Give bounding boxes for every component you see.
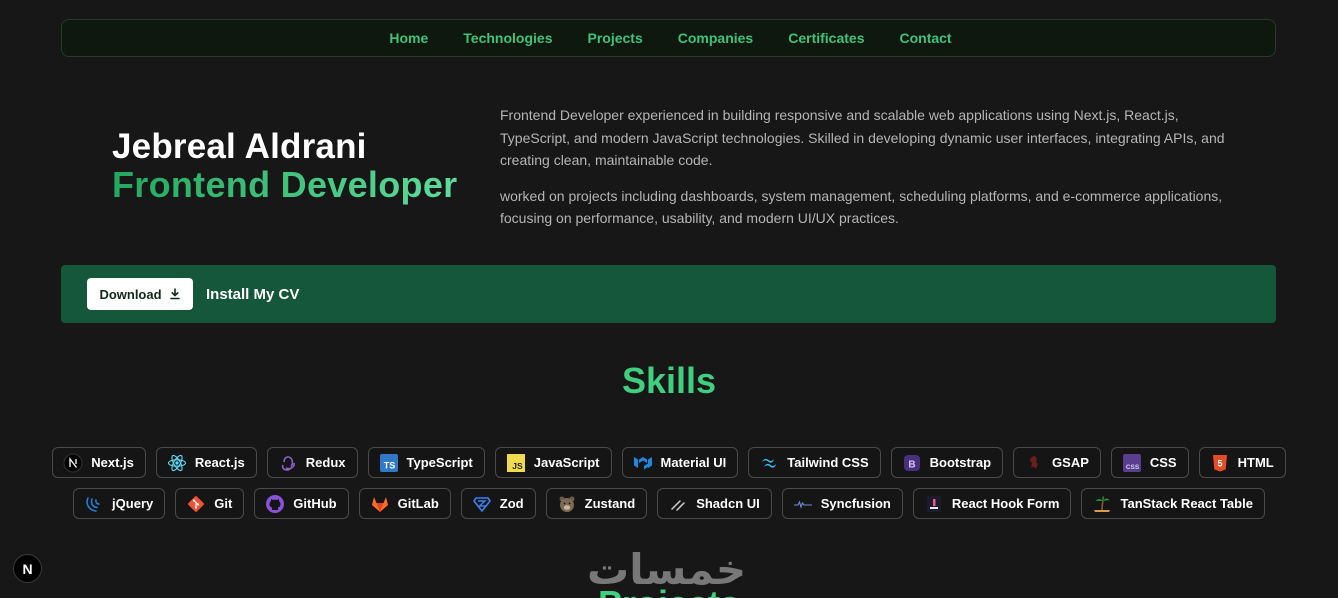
skill-chip-html: 5 HTML	[1198, 447, 1286, 478]
skill-label: Shadcn UI	[696, 496, 760, 511]
skill-chip-reactjs: React.js	[155, 447, 257, 478]
skill-label: Zustand	[584, 496, 636, 511]
skill-label: React.js	[194, 455, 245, 470]
syncfusion-icon	[793, 494, 813, 514]
top-navigation: Home Technologies Projects Companies Cer…	[61, 19, 1276, 57]
skill-chip-material-ui: Material UI	[621, 447, 739, 478]
bootstrap-icon: B	[902, 453, 922, 473]
skill-chip-syncfusion: Syncfusion	[781, 488, 903, 519]
about-paragraph-2: worked on projects including dashboards,…	[500, 187, 1223, 227]
projects-section-title: Projects	[0, 583, 1338, 598]
gitlab-icon	[370, 494, 390, 514]
skill-chip-tanstack-react-table: TanStack React Table	[1081, 488, 1265, 519]
skill-label: Next.js	[91, 455, 134, 470]
svg-text:B: B	[908, 459, 915, 470]
svg-text:CSS: CSS	[1126, 464, 1140, 471]
skill-chip-github: GitHub	[254, 488, 349, 519]
skill-chip-redux: Redux	[266, 447, 358, 478]
nextjs-dev-badge[interactable]: N	[13, 554, 42, 583]
skill-label: React Hook Form	[951, 496, 1060, 511]
skill-label: Redux	[305, 455, 346, 470]
skill-chip-bootstrap: B Bootstrap	[890, 447, 1004, 478]
gsap-icon	[1024, 453, 1044, 473]
skill-label: Zod	[499, 496, 524, 511]
nav-companies[interactable]: Companies	[678, 30, 753, 46]
react-icon	[167, 453, 187, 473]
svg-text:5: 5	[1217, 458, 1222, 468]
html5-icon: 5	[1210, 453, 1230, 473]
skill-label: GitHub	[293, 496, 337, 511]
install-cv-label: Install My CV	[206, 285, 300, 303]
skill-label: GitLab	[397, 496, 439, 511]
skills-title: Skills	[621, 360, 717, 401]
skill-label: Git	[214, 496, 233, 511]
skill-label: TanStack React Table	[1120, 496, 1253, 511]
zustand-bear-icon	[557, 494, 577, 514]
skill-chip-shadcn-ui: Shadcn UI	[657, 488, 772, 519]
skill-label: HTML	[1237, 455, 1274, 470]
nav-technologies[interactable]: Technologies	[463, 30, 552, 46]
nav-contact[interactable]: Contact	[899, 30, 951, 46]
cv-download-bar: Download Install My CV	[61, 265, 1276, 323]
skill-chip-javascript: JS JavaScript	[494, 447, 612, 478]
skill-chip-gsap: GSAP	[1013, 447, 1101, 478]
next-badge-letter: N	[22, 560, 33, 577]
skill-label: Syncfusion	[820, 496, 891, 511]
skill-chip-git: Git	[175, 488, 245, 519]
skill-label: CSS	[1149, 455, 1177, 470]
shadcn-icon	[668, 494, 688, 514]
typescript-icon: TS	[379, 453, 399, 473]
svg-text:JS: JS	[512, 461, 523, 471]
skill-chip-nextjs: Next.js	[52, 447, 146, 478]
about-text: Frontend Developer experienced in buildi…	[500, 104, 1235, 230]
nav-projects[interactable]: Projects	[588, 30, 643, 46]
skill-chip-react-hook-form: React Hook Form	[912, 488, 1072, 519]
skill-label: TypeScript	[406, 455, 473, 470]
react-hook-form-icon	[924, 494, 944, 514]
tailwind-icon	[759, 453, 779, 473]
skill-chip-typescript: TS TypeScript	[367, 447, 485, 478]
nav-home[interactable]: Home	[389, 30, 428, 46]
skill-label: GSAP	[1052, 455, 1089, 470]
skill-chip-tailwind-css: Tailwind CSS	[748, 447, 881, 478]
download-button-label: Download	[99, 286, 162, 302]
skill-label: Tailwind CSS	[787, 455, 869, 470]
skill-label: Material UI	[660, 455, 727, 470]
skill-chip-gitlab: GitLab	[358, 488, 451, 519]
download-cv-button[interactable]: Download	[87, 278, 193, 310]
hero-name: Jebreal Aldrani	[112, 127, 367, 166]
skill-chip-jquery: jQuery	[73, 488, 166, 519]
nextjs-icon	[63, 453, 83, 473]
download-icon	[169, 288, 180, 300]
skill-label: JavaScript	[533, 455, 600, 470]
skills-row-1: Next.js React.js Redux TS TypeScript JS …	[0, 447, 1338, 478]
skill-chip-zustand: Zustand	[545, 488, 648, 519]
jquery-icon	[84, 494, 104, 514]
git-icon	[186, 494, 206, 514]
hero-role: Frontend Developer	[112, 164, 458, 205]
skill-chip-zod: Zod	[460, 488, 536, 519]
github-icon	[265, 494, 285, 514]
css-icon: CSS	[1122, 453, 1142, 473]
skill-chip-css: CSS CSS	[1110, 447, 1189, 478]
skill-label: jQuery	[112, 496, 154, 511]
redux-icon	[278, 453, 298, 473]
tanstack-palm-icon	[1092, 494, 1112, 514]
about-paragraph-1: Frontend Developer experienced in buildi…	[500, 107, 1225, 168]
svg-text:TS: TS	[383, 460, 395, 470]
material-ui-icon	[633, 453, 653, 473]
skill-label: Bootstrap	[929, 455, 992, 470]
javascript-icon: JS	[506, 453, 526, 473]
skills-row-2: jQuery Git GitHub GitLab Zod Zustand Sha…	[0, 488, 1338, 519]
nav-certificates[interactable]: Certificates	[788, 30, 864, 46]
zod-icon	[472, 494, 492, 514]
